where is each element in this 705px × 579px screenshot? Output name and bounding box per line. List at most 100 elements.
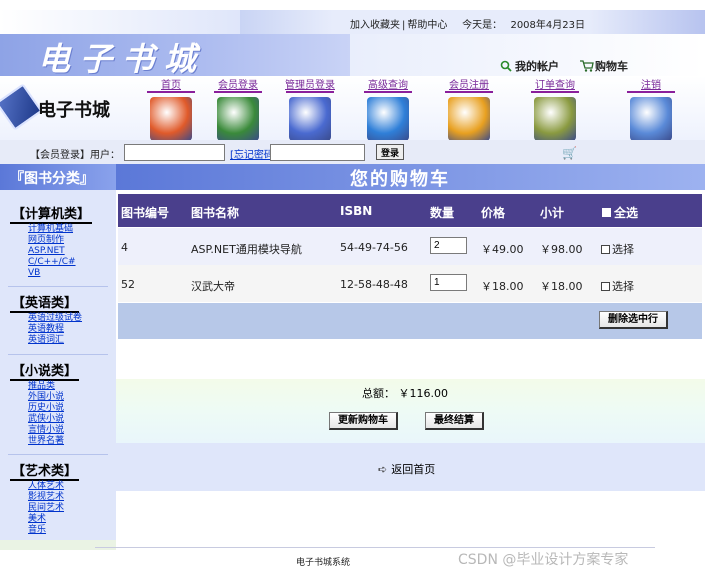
password-input[interactable]: [270, 144, 365, 161]
category-link[interactable]: 英语过级试卷: [28, 313, 82, 324]
username-input[interactable]: [124, 144, 225, 161]
row-subtotal: ￥98.00: [540, 243, 583, 256]
nav-item-icon: [367, 97, 409, 141]
footer-left-band: [0, 540, 116, 550]
nav-item-label: 高级查询: [368, 80, 408, 91]
row-book-id: 4: [121, 241, 128, 254]
col-book-name: 图书名称: [191, 206, 240, 220]
nav-item-icon: [150, 97, 192, 141]
category-title: 【小说类】: [10, 360, 80, 381]
category-group: 【小说类】 推品类 外国小说 历史小说 武侠小说 言情小说 世界名著: [10, 360, 80, 447]
add-favorite-link[interactable]: 加入收藏夹: [350, 20, 400, 31]
category-link[interactable]: 网页制作: [28, 235, 92, 246]
category-link[interactable]: 民间艺术: [28, 503, 79, 514]
row-select-checkbox[interactable]: 选择: [601, 278, 634, 294]
watermark: CSDN @毕业设计方案专家: [458, 552, 629, 568]
nav-item[interactable]: 管理员登录: [282, 76, 338, 141]
account-icon: [500, 60, 512, 72]
help-center-link[interactable]: 帮助中心: [407, 20, 447, 31]
login-button[interactable]: 登录: [376, 144, 405, 160]
checkout-button[interactable]: 最终结算: [425, 412, 484, 430]
row-select-checkbox[interactable]: 选择: [601, 241, 634, 257]
category-link[interactable]: 英语词汇: [28, 335, 82, 346]
delete-selected-button[interactable]: 删除选中行: [599, 311, 668, 329]
my-account-link[interactable]: 我的帐户: [500, 58, 559, 74]
logo: 电子书城: [0, 83, 140, 131]
category-link[interactable]: 英语教程: [28, 324, 82, 335]
checkbox: [601, 245, 610, 254]
page-title: 您的购物车: [350, 169, 450, 190]
nav-item[interactable]: 注销: [623, 76, 679, 141]
category-divider: [8, 454, 108, 455]
category-link[interactable]: 计算机基础: [28, 224, 92, 235]
category-group: 【计算机类】 计算机基础 网页制作 ASP.NET C/C++/C# VB: [10, 203, 93, 279]
nav-item[interactable]: 首页: [143, 76, 199, 141]
cart-small-icon: 🛒: [562, 146, 577, 160]
nav-item-icon: [289, 97, 331, 141]
category-divider: [8, 286, 108, 287]
category-link[interactable]: 音乐: [28, 525, 79, 536]
cart-link[interactable]: 购物车: [580, 58, 628, 74]
nav-item[interactable]: 会员登录: [210, 76, 266, 141]
col-quantity: 数量: [430, 206, 455, 220]
footer-text: 电子书城系统: [296, 558, 351, 568]
category-link[interactable]: VB: [28, 268, 92, 279]
category-link[interactable]: 美术: [28, 514, 79, 525]
checkbox: [601, 282, 610, 291]
arrow-right-icon: ➪: [378, 463, 388, 476]
category-link[interactable]: 影视艺术: [28, 492, 79, 503]
login-bar: 【会员登录】用户： [忘记密码 登录 🛒: [0, 140, 705, 164]
nav-item-label: 首页: [161, 80, 181, 91]
category-link[interactable]: 历史小说: [28, 403, 79, 414]
logo-text: 电子书城: [38, 100, 110, 121]
cart-icon: [580, 60, 594, 72]
nav-item[interactable]: 高级查询: [360, 76, 416, 141]
nav-underline: [364, 91, 412, 93]
nav-item-label: 会员注册: [449, 80, 489, 91]
nav-underline: [531, 91, 579, 93]
top-links: 加入收藏夹 | 帮助中心 今天是： 2008年4月23日: [350, 20, 585, 31]
nav-underline: [627, 91, 675, 93]
category-link[interactable]: 推品类: [28, 381, 79, 392]
total-value: ￥116.00: [398, 387, 449, 400]
col-subtotal: 小计: [540, 206, 565, 220]
top-left-band: [0, 10, 240, 34]
category-items: 计算机基础 网页制作 ASP.NET C/C++/C# VB: [28, 224, 92, 279]
category-link[interactable]: 外国小说: [28, 392, 79, 403]
back-home-link[interactable]: ➪ 返回首页: [378, 461, 435, 477]
row-book-name: 汉武大帝: [191, 280, 235, 293]
quantity-input[interactable]: [430, 274, 467, 291]
update-cart-button[interactable]: 更新购物车: [329, 412, 398, 430]
sidebar-title: 『图书分类』: [10, 171, 94, 187]
row-isbn: 12-58-48-48: [340, 278, 408, 291]
nav-item-icon: [448, 97, 490, 141]
nav-item-label: 订单查询: [535, 80, 575, 91]
category-link[interactable]: 世界名著: [28, 436, 79, 447]
nav-item-label: 管理员登录: [285, 80, 335, 91]
nav-item[interactable]: 订单查询: [527, 76, 583, 141]
category-title: 【计算机类】: [10, 203, 93, 224]
select-all-box: [602, 208, 611, 217]
category-link[interactable]: 人体艺术: [28, 481, 79, 492]
site-title: 电子书城: [38, 40, 207, 78]
category-title: 【英语类】: [10, 292, 80, 313]
nav-underline: [286, 91, 334, 93]
category-link[interactable]: ASP.NET: [28, 246, 92, 257]
category-link[interactable]: C/C++/C#: [28, 257, 92, 268]
category-items: 人体艺术 影视艺术 民间艺术 美术 音乐: [28, 481, 79, 536]
select-all-checkbox[interactable]: 全选: [602, 204, 638, 221]
forgot-password-link[interactable]: [忘记密码: [230, 146, 274, 161]
nav-item-label: 会员登录: [218, 80, 258, 91]
row-isbn: 54-49-74-56: [340, 241, 408, 254]
nav-item[interactable]: 会员注册: [441, 76, 497, 141]
content-bottom: [116, 491, 705, 540]
today-date: 2008年4月23日: [510, 20, 585, 31]
footer-divider: [95, 547, 655, 548]
category-link[interactable]: 言情小说: [28, 425, 79, 436]
total-label: 总额：: [362, 387, 395, 400]
nav-underline: [214, 91, 262, 93]
category-link[interactable]: 武侠小说: [28, 414, 79, 425]
row-subtotal: ￥18.00: [540, 280, 583, 293]
quantity-input[interactable]: [430, 237, 467, 254]
category-items: 英语过级试卷 英语教程 英语词汇: [28, 313, 82, 346]
